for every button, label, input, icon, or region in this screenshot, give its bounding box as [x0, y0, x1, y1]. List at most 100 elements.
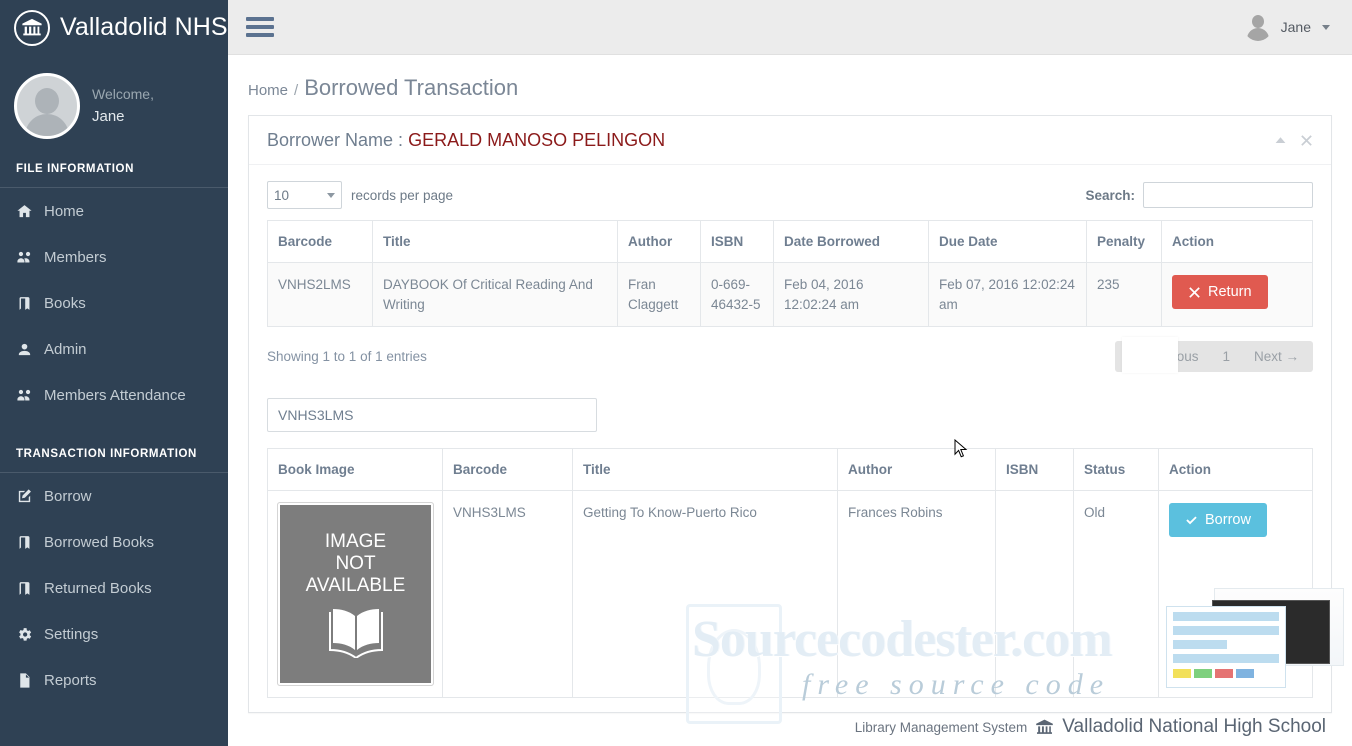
table-row: IMAGE NOT AVAILABLE: [268, 491, 1313, 698]
sidebar-item-label: Returned Books: [42, 580, 152, 597]
records-per-page-label: records per page: [351, 188, 453, 203]
sidebar-item-label: Members: [42, 249, 107, 266]
times-icon: [1188, 286, 1201, 299]
content-area: Home / Borrowed Transaction Borrower Nam…: [228, 55, 1352, 746]
placeholder-line-3: AVAILABLE: [306, 575, 406, 597]
pagination-next[interactable]: Next →: [1240, 341, 1313, 372]
placeholder-line-1: IMAGE: [306, 531, 406, 553]
bank-icon: [1035, 718, 1054, 737]
datatable-search: Search:: [1085, 182, 1313, 208]
close-icon[interactable]: [1300, 134, 1313, 147]
return-button[interactable]: Return: [1172, 275, 1268, 309]
borrowed-books-table: Barcode Title Author ISBN Date Borrowed …: [267, 220, 1313, 327]
records-per-page-select[interactable]: 10: [267, 181, 342, 209]
app-root: Valladolid NHS Welcome, Jane FILE INFORM…: [0, 0, 1352, 746]
topbar-user-menu[interactable]: Jane: [1244, 13, 1330, 41]
sidebar-item-home[interactable]: Home: [0, 188, 228, 234]
available-books-table: Book Image Barcode Title Author ISBN Sta…: [267, 448, 1313, 698]
brand-title: Valladolid NHS: [60, 13, 228, 42]
pagination-backdrop: [1122, 337, 1178, 373]
sidebar-item-label: Admin: [42, 341, 87, 358]
column-header-action: Action: [1159, 449, 1313, 491]
column-header-isbn: ISBN: [996, 449, 1074, 491]
table-header-row: Barcode Title Author ISBN Date Borrowed …: [268, 221, 1313, 263]
pagination-page-1[interactable]: 1: [1212, 341, 1240, 372]
sidebar-item-returned-books[interactable]: Returned Books: [0, 565, 228, 611]
panel-title: Borrower Name : GERALD MANOSO PELINGON: [267, 130, 665, 151]
borrow-button[interactable]: Borrow: [1169, 503, 1267, 537]
sidebar-item-label: Members Attendance: [42, 387, 186, 404]
book-icon: [16, 580, 42, 597]
column-header-title: Title: [573, 449, 838, 491]
home-icon: [16, 203, 42, 220]
topbar-user-name: Jane: [1281, 19, 1311, 35]
sidebar-user-panel: Welcome, Jane: [0, 55, 228, 149]
column-header-author: Author: [618, 221, 701, 263]
sidebar-item-members-attendance[interactable]: Members Attendance: [0, 372, 228, 418]
cell-barcode: VNHS3LMS: [443, 491, 573, 698]
sidebar-item-reports[interactable]: Reports: [0, 657, 228, 703]
sidebar-section-header-file: FILE INFORMATION: [0, 149, 228, 188]
sidebar-item-label: Home: [42, 203, 84, 220]
sidebar-item-admin[interactable]: Admin: [0, 326, 228, 372]
check-icon: [1185, 514, 1198, 527]
column-header-barcode: Barcode: [268, 221, 373, 263]
cell-status: Old: [1074, 491, 1159, 698]
sidebar-item-label: Borrowed Books: [42, 534, 154, 551]
table-header-row: Book Image Barcode Title Author ISBN Sta…: [268, 449, 1313, 491]
breadcrumb-separator: /: [294, 82, 298, 99]
borrow-button-label: Borrow: [1205, 512, 1251, 528]
sidebar-item-label: Borrow: [42, 488, 92, 505]
table-row: VNHS2LMS DAYBOOK Of Critical Reading And…: [268, 263, 1313, 327]
search-label: Search:: [1085, 188, 1135, 203]
breadcrumb: Home / Borrowed Transaction: [228, 55, 1352, 115]
cell-isbn: [996, 491, 1074, 698]
cell-penalty: 235: [1087, 263, 1162, 327]
brand[interactable]: Valladolid NHS: [0, 0, 228, 55]
sidebar-item-borrow[interactable]: Borrow: [0, 473, 228, 519]
chevron-down-icon: [327, 193, 335, 198]
cell-due-date: Feb 07, 2016 12:02:24 am: [929, 263, 1087, 327]
cell-date-borrowed: Feb 04, 2016 12:02:24 am: [774, 263, 929, 327]
hamburger-icon[interactable]: [246, 9, 274, 45]
sidebar-item-label: Reports: [42, 672, 97, 689]
sidebar-item-members[interactable]: Members: [0, 234, 228, 280]
records-per-page-value: 10: [274, 188, 289, 203]
panel-body: 10 records per page Search:: [249, 165, 1331, 712]
column-header-date-borrowed: Date Borrowed: [774, 221, 929, 263]
sidebar-item-settings[interactable]: Settings: [0, 611, 228, 657]
cell-author: Fran Claggett: [618, 263, 701, 327]
column-header-due-date: Due Date: [929, 221, 1087, 263]
book-search-input[interactable]: [267, 398, 597, 432]
borrower-name-value: GERALD MANOSO PELINGON: [408, 130, 665, 150]
panel-header: Borrower Name : GERALD MANOSO PELINGON: [249, 116, 1331, 165]
sidebar-item-borrowed-books[interactable]: Borrowed Books: [0, 519, 228, 565]
datatable-toolbar: 10 records per page Search:: [267, 181, 1313, 209]
sidebar-user-name: Jane: [92, 105, 154, 128]
chevron-up-icon[interactable]: [1274, 134, 1287, 147]
datatable-info: Showing 1 to 1 of 1 entries: [267, 349, 427, 364]
cell-isbn: 0-669-46432-5: [701, 263, 774, 327]
column-header-title: Title: [373, 221, 618, 263]
welcome-label: Welcome,: [92, 84, 154, 106]
column-header-book-image: Book Image: [268, 449, 443, 491]
sidebar: Valladolid NHS Welcome, Jane FILE INFORM…: [0, 0, 228, 746]
page-title: Borrowed Transaction: [304, 75, 518, 101]
users-icon: [16, 387, 42, 404]
users-icon: [16, 249, 42, 266]
user-avatar-icon: [1244, 13, 1272, 41]
column-header-barcode: Barcode: [443, 449, 573, 491]
user-avatar-icon: [14, 73, 80, 139]
file-icon: [16, 672, 42, 689]
sidebar-item-books[interactable]: Books: [0, 280, 228, 326]
datatable-footer: Showing 1 to 1 of 1 entries ← Previous 1…: [267, 341, 1313, 372]
sidebar-item-label: Books: [42, 295, 86, 312]
sidebar-item-label: Settings: [42, 626, 98, 643]
search-input[interactable]: [1143, 182, 1313, 208]
column-header-penalty: Penalty: [1087, 221, 1162, 263]
column-header-author: Author: [838, 449, 996, 491]
borrowed-transaction-panel: Borrower Name : GERALD MANOSO PELINGON 1…: [248, 115, 1332, 713]
book-cover-placeholder: IMAGE NOT AVAILABLE: [278, 503, 433, 685]
footer: Library Management System Valladolid Nat…: [228, 708, 1352, 746]
breadcrumb-home-link[interactable]: Home: [248, 82, 288, 99]
